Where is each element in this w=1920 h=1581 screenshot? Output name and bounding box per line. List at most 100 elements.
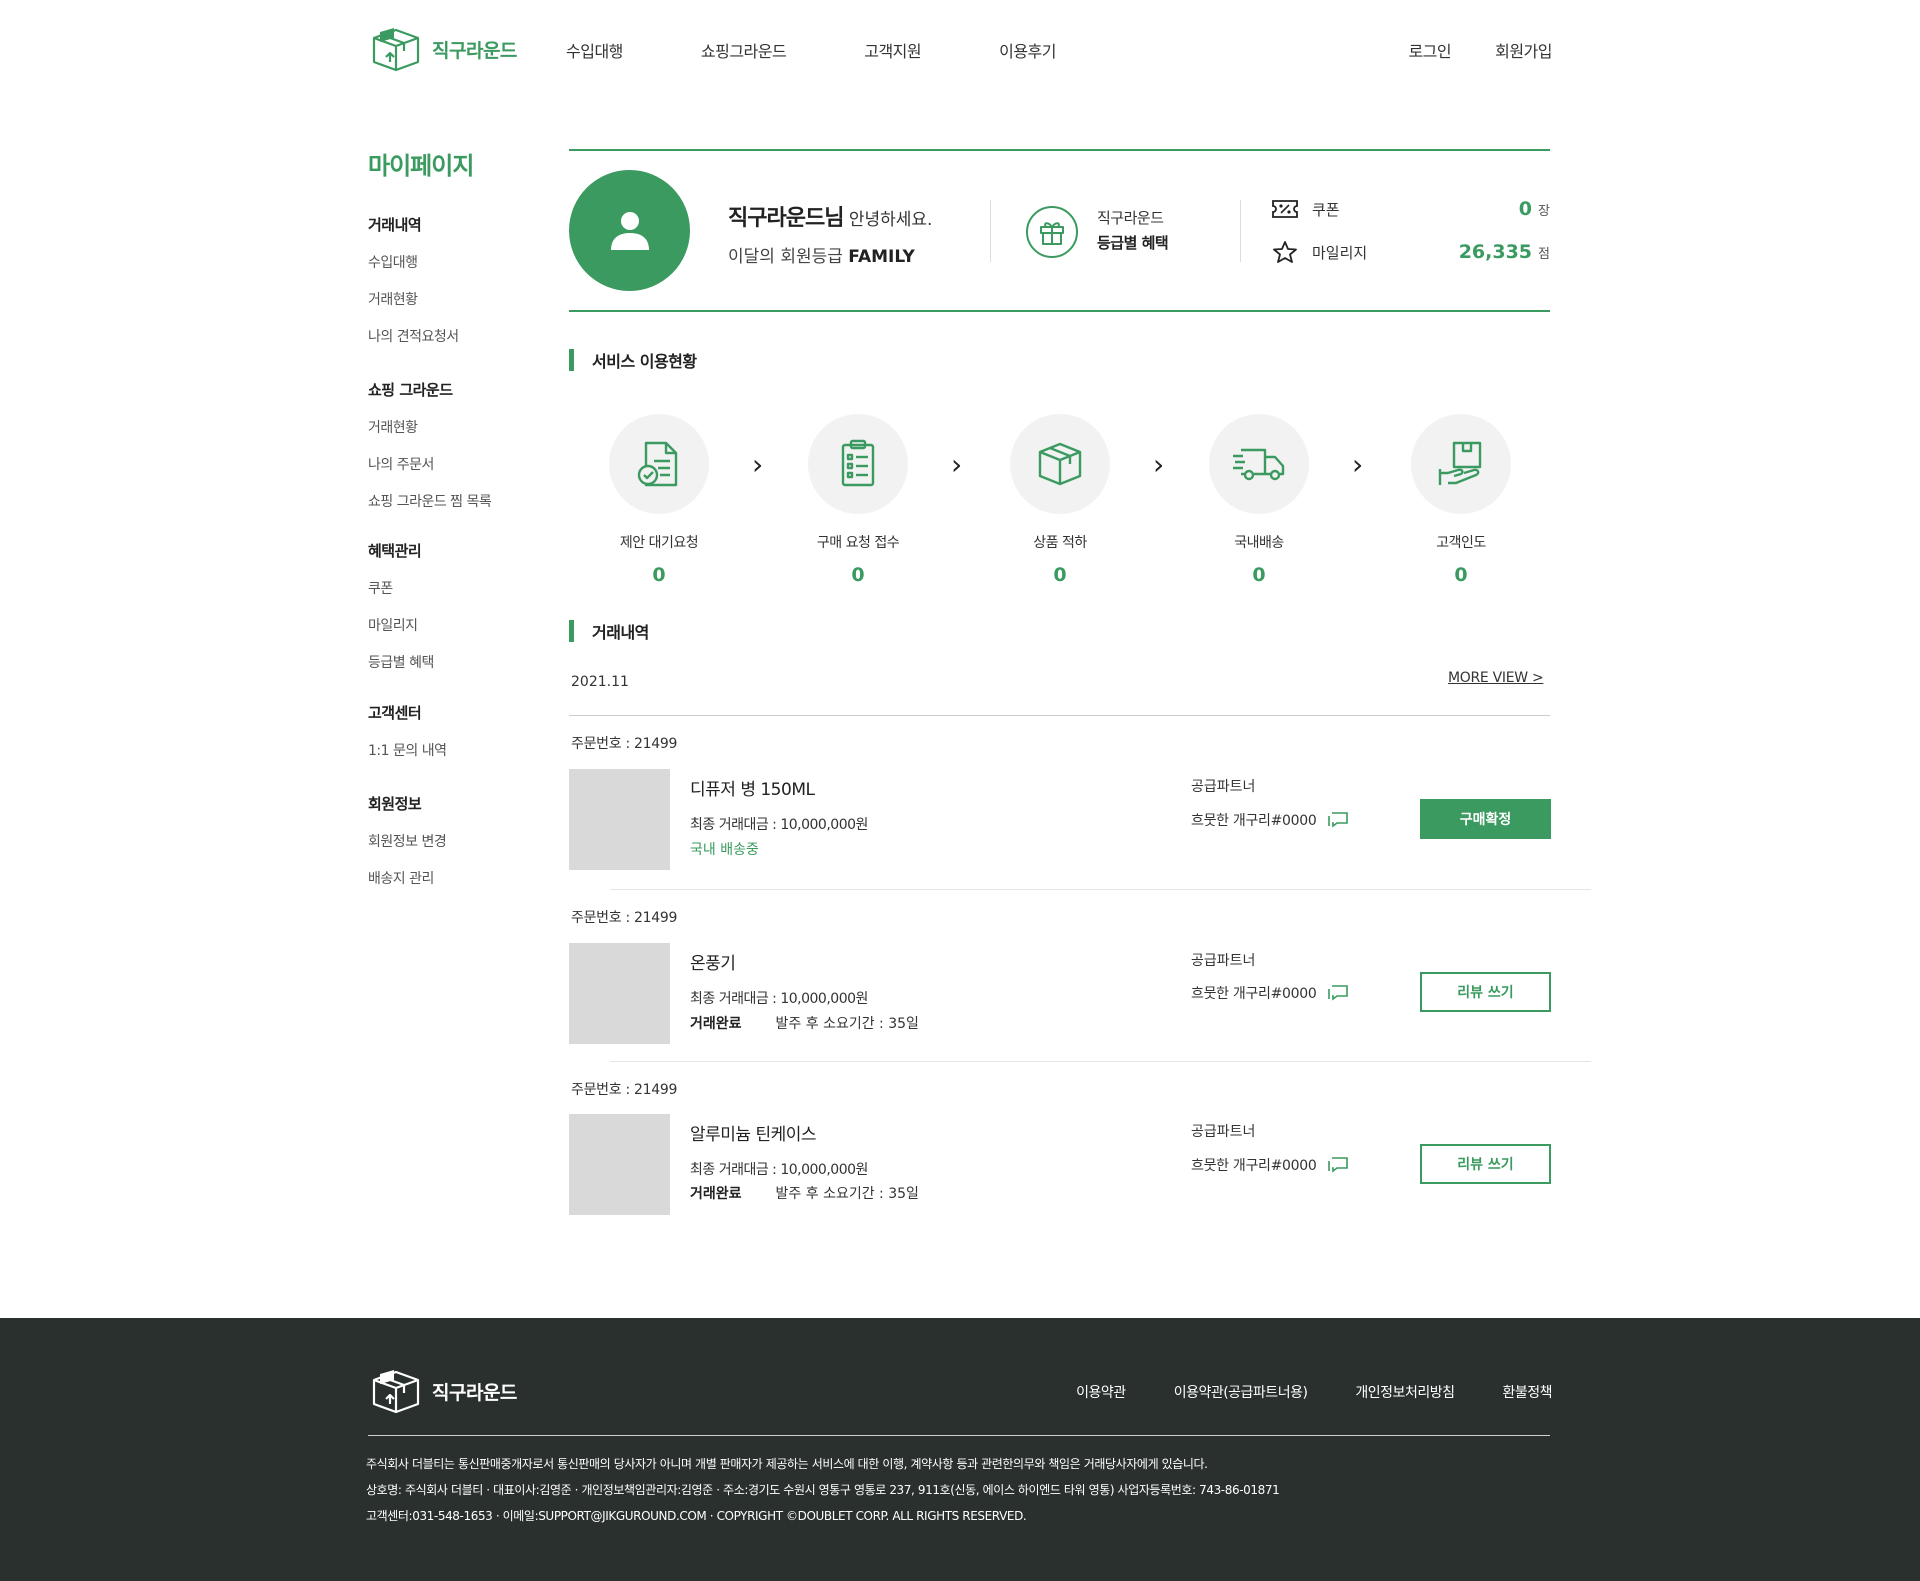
product-name[interactable]: 디퓨저 병 150ML	[690, 775, 815, 800]
step-icon-wrap	[1010, 414, 1110, 514]
nav-reviews[interactable]: 이용후기	[999, 38, 1056, 62]
chat-icon[interactable]	[1327, 984, 1349, 1002]
footer-company-info: 상호명: 주식회사 더블티 · 대표이사:김영준 · 개인정보책임관리자:김영준…	[366, 1483, 1280, 1497]
grade-benefit-button[interactable]	[1026, 206, 1078, 258]
sidebar-item-edit-profile[interactable]: 회원정보 변경	[368, 831, 447, 851]
box-logo-icon	[372, 1370, 420, 1414]
chat-icon[interactable]	[1327, 1156, 1349, 1174]
truck-icon	[1233, 448, 1285, 481]
nav-import-agency[interactable]: 수입대행	[566, 38, 623, 62]
partner-label: 공급파트너	[1191, 1124, 1256, 1140]
logo-text: 직구라운드	[432, 39, 517, 62]
step-label: 국내배송	[1234, 535, 1284, 551]
step-purchase-request[interactable]: 구매 요청 접수 0	[783, 414, 933, 586]
step-count: 0	[652, 564, 666, 586]
footer-link-refund[interactable]: 환불정책	[1502, 1382, 1552, 1402]
order-status-line: 거래완료 발주 후 소요기간 : 35일	[690, 1183, 919, 1203]
greeting: 직구라운드님 안녕하세요. 이달의 회원등급 FAMILY	[728, 200, 932, 267]
footer-logo-text: 직구라운드	[432, 1381, 517, 1404]
chevron-right-icon: ›	[1352, 448, 1364, 481]
sidebar-group-title: 회원정보	[368, 795, 422, 813]
orders-title: 거래내역	[569, 619, 649, 643]
write-review-button[interactable]: 리뷰 쓰기	[1420, 972, 1551, 1012]
step-count: 0	[1252, 564, 1266, 586]
lead-time: 발주 후 소요기간 : 35일	[775, 1186, 919, 1202]
product-name[interactable]: 알루미늄 틴케이스	[690, 1120, 817, 1145]
box-icon	[1038, 442, 1082, 486]
confirm-purchase-button[interactable]: 구매확정	[1420, 799, 1551, 839]
product-thumbnail[interactable]	[569, 1114, 670, 1215]
step-count: 0	[1053, 564, 1067, 586]
partner-info: 흐뭇한 개구리#0000	[1191, 810, 1349, 830]
step-label: 고객인도	[1436, 535, 1486, 551]
final-price: 최종 거래대금 : 10,000,000원	[690, 817, 868, 833]
nav-customer-support[interactable]: 고객지원	[864, 38, 921, 62]
partner-label: 공급파트너	[1191, 953, 1256, 969]
order-number: 주문번호 : 21499	[571, 910, 678, 926]
step-label: 상품 적하	[1033, 535, 1087, 551]
order-status: 거래완료	[690, 1186, 742, 1202]
orders-divider	[569, 715, 1550, 716]
step-icon-wrap	[609, 414, 709, 514]
avatar	[569, 170, 690, 291]
sidebar-item-wishlist[interactable]: 쇼핑 그라운드 찜 목록	[368, 491, 492, 511]
shipping-status: 국내 배송중	[690, 842, 759, 858]
step-proposal-waiting[interactable]: 제안 대기요청 0	[584, 414, 734, 586]
user-name: 직구라운드님	[728, 206, 844, 231]
step-icon-wrap	[808, 414, 908, 514]
footer-contact: 고객센터:031-548-1653 · 이메일:SUPPORT@JIKGUROU…	[366, 1509, 1027, 1523]
sidebar-group-benefits: 혜택관리 쿠폰 마일리지 등급별 혜택	[368, 540, 434, 689]
footer-link-privacy[interactable]: 개인정보처리방침	[1355, 1382, 1455, 1402]
partner-name: 흐뭇한 개구리#0000	[1191, 986, 1317, 1002]
sidebar-item-transaction-status[interactable]: 거래현황	[368, 289, 459, 309]
grade-benefit-link[interactable]: 직구라운드 등급별 혜택	[1097, 206, 1169, 256]
star-icon	[1273, 241, 1297, 263]
coupon-stat[interactable]: 쿠폰 0 장	[1272, 198, 1550, 220]
site-logo[interactable]: 직구라운드	[368, 24, 517, 74]
sidebar-group-transactions: 거래내역 수입대행 거래현황 나의 견적요청서	[368, 214, 459, 363]
document-check-icon	[637, 441, 678, 487]
coupon-label: 쿠폰	[1312, 200, 1340, 219]
step-product-loading[interactable]: 상품 적하 0	[985, 414, 1135, 586]
chat-icon[interactable]	[1327, 811, 1349, 829]
member-grade: FAMILY	[848, 247, 915, 267]
sidebar-title: 마이페이지	[368, 152, 474, 180]
order-status-line: 거래완료 발주 후 소요기간 : 35일	[690, 1013, 919, 1033]
order-divider	[610, 889, 1591, 890]
signup-link[interactable]: 회원가입	[1495, 38, 1552, 62]
footer-logo[interactable]: 직구라운드	[368, 1366, 517, 1416]
footer-link-partner-terms[interactable]: 이용약관(공급파트너용)	[1174, 1382, 1308, 1402]
product-name[interactable]: 온풍기	[690, 949, 736, 974]
sidebar-item-inquiries[interactable]: 1:1 문의 내역	[368, 740, 447, 760]
sidebar-item-my-orders[interactable]: 나의 주문서	[368, 454, 491, 474]
coupon-unit: 장	[1538, 203, 1550, 219]
product-thumbnail[interactable]	[569, 943, 670, 1044]
product-thumbnail[interactable]	[569, 769, 670, 870]
chevron-right-icon: ›	[951, 448, 963, 481]
sidebar-item-shopping-status[interactable]: 거래현황	[368, 417, 491, 437]
coupon-count: 0	[1518, 198, 1533, 220]
step-icon-wrap	[1209, 414, 1309, 514]
sidebar-item-addresses[interactable]: 배송지 관리	[368, 868, 446, 888]
vertical-divider	[1240, 200, 1241, 262]
login-link[interactable]: 로그인	[1408, 38, 1451, 62]
more-view-link[interactable]: MORE VIEW >	[1448, 670, 1544, 686]
sidebar-group-title: 혜택관리	[368, 542, 422, 560]
sidebar-item-grade-benefits[interactable]: 등급별 혜택	[368, 652, 434, 672]
step-domestic-delivery[interactable]: 국내배송 0	[1184, 414, 1334, 586]
step-customer-handover[interactable]: 고객인도 0	[1386, 414, 1536, 586]
sidebar-item-my-quotes[interactable]: 나의 견적요청서	[368, 326, 459, 346]
service-status-title: 서비스 이용현황	[569, 348, 697, 372]
vertical-divider	[990, 200, 991, 262]
order-number: 주문번호 : 21499	[571, 1082, 678, 1098]
mileage-stat[interactable]: 마일리지 26,335 점	[1272, 240, 1550, 264]
order-divider	[610, 1061, 1591, 1062]
mileage-label: 마일리지	[1312, 243, 1368, 262]
nav-shopping-ground[interactable]: 쇼핑그라운드	[701, 38, 787, 62]
sidebar-item-mileage[interactable]: 마일리지	[368, 615, 434, 635]
sidebar-item-import-agency[interactable]: 수입대행	[368, 252, 459, 272]
write-review-button[interactable]: 리뷰 쓰기	[1420, 1144, 1551, 1184]
sidebar-group-title: 쇼핑 그라운드	[368, 381, 453, 399]
footer-link-terms[interactable]: 이용약관	[1076, 1382, 1126, 1402]
sidebar-item-coupon[interactable]: 쿠폰	[368, 578, 434, 598]
